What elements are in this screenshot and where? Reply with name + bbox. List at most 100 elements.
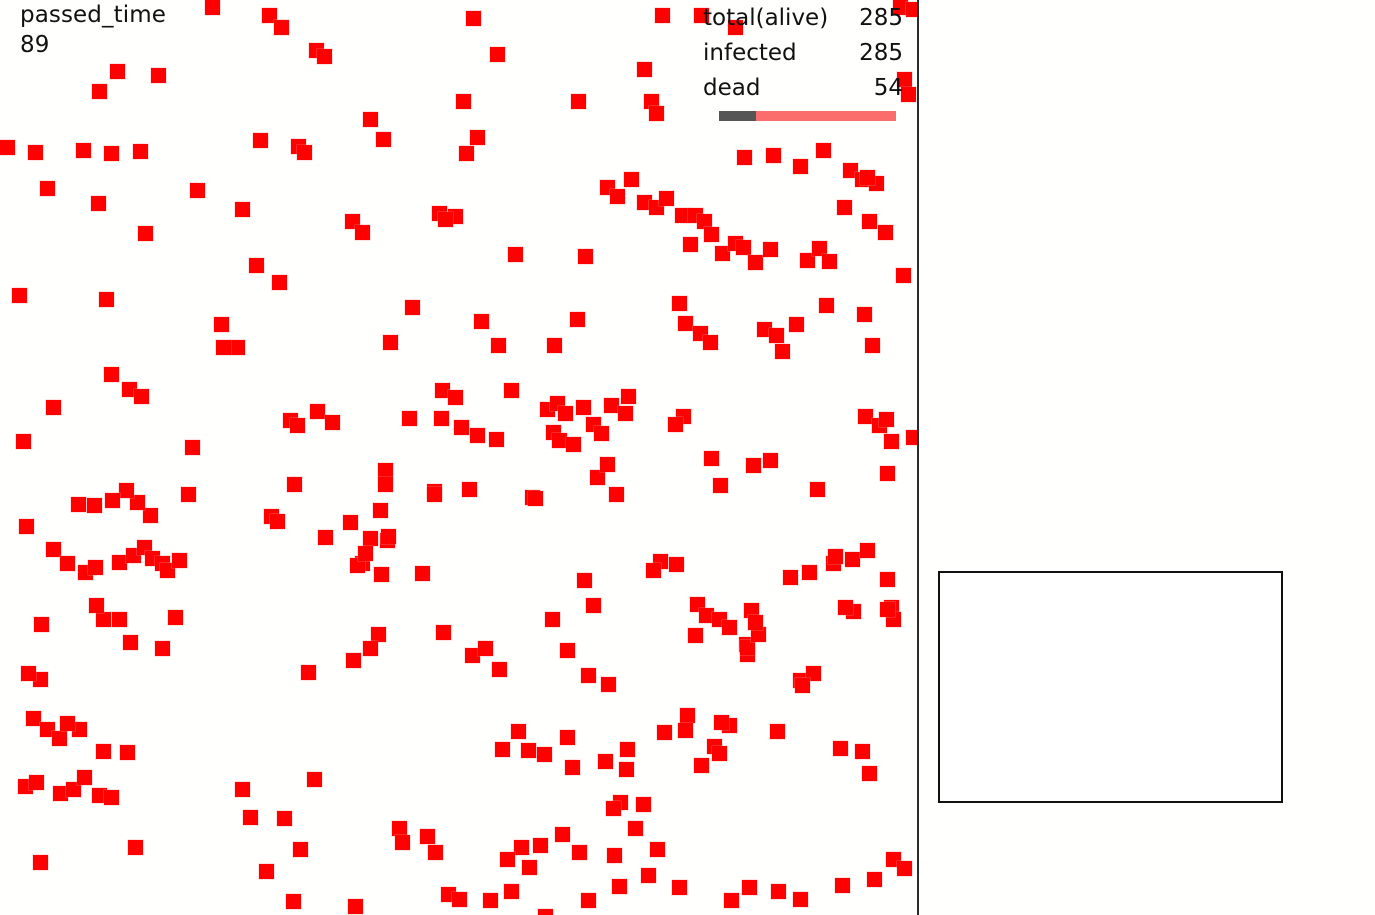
agent-dot <box>552 433 567 448</box>
agent-dot <box>454 420 469 435</box>
passed-time-label: passed_time <box>20 2 166 28</box>
agent-dot <box>29 775 44 790</box>
passed-time-value: 89 <box>20 32 50 58</box>
agent-dot <box>317 49 332 64</box>
agent-dot <box>704 227 719 242</box>
agent-dot <box>558 406 573 421</box>
agent-dot <box>533 838 548 853</box>
agent-dot <box>500 852 515 867</box>
agent-dot <box>521 743 536 758</box>
agent-dot <box>490 47 505 62</box>
agent-dot <box>381 529 396 544</box>
agent-dot <box>489 432 504 447</box>
agent-dot <box>504 884 519 899</box>
agent-dot <box>565 760 580 775</box>
agent-dot <box>816 143 831 158</box>
agent-dot <box>606 801 621 816</box>
stat-label-dead: dead <box>703 75 761 101</box>
agent-dot <box>511 724 526 739</box>
agent-dot <box>420 829 435 844</box>
simulation-app: passed_time 89 total(alive) 285 infected… <box>0 0 1375 915</box>
agent-dot <box>77 770 92 785</box>
agent-dot <box>810 482 825 497</box>
agent-dot <box>99 292 114 307</box>
agent-dot <box>287 477 302 492</box>
stat-value-infected: 285 <box>859 40 903 66</box>
agent-dot <box>28 145 43 160</box>
agent-dot <box>577 573 592 588</box>
agent-dot <box>76 143 91 158</box>
agent-dot <box>216 340 231 355</box>
agent-dot <box>60 716 75 731</box>
agent-dot <box>537 747 552 762</box>
agent-dot <box>478 641 493 656</box>
agent-dot <box>104 146 119 161</box>
agent-dot <box>724 893 739 908</box>
agent-dot <box>906 430 917 445</box>
agent-dot <box>618 406 633 421</box>
agent-dot <box>612 879 627 894</box>
agent-dot <box>470 130 485 145</box>
stat-value-total: 285 <box>859 5 903 31</box>
agent-dot <box>277 811 292 826</box>
agent-dot <box>678 723 693 738</box>
agent-dot <box>722 620 737 635</box>
agent-dot <box>374 567 389 582</box>
agent-dot <box>835 878 850 893</box>
agent-dot <box>590 470 605 485</box>
agent-dot <box>373 503 388 518</box>
agent-dot <box>862 766 877 781</box>
agent-dot <box>104 790 119 805</box>
agent-dot <box>607 848 622 863</box>
population-status-bar <box>719 111 896 121</box>
agent-dot <box>906 2 917 17</box>
agent-dot <box>560 643 575 658</box>
agent-dot <box>604 398 619 413</box>
agent-dot <box>766 148 781 163</box>
agent-dot <box>793 892 808 907</box>
agent-dot <box>594 426 609 441</box>
agent-dot <box>378 463 393 478</box>
agent-dot <box>310 404 325 419</box>
agent-dot <box>833 741 848 756</box>
agent-dot <box>466 11 481 26</box>
agent-dot <box>376 132 391 147</box>
stat-label-infected: infected <box>703 40 797 66</box>
status-bar-dead-segment <box>719 111 757 121</box>
agent-dot <box>855 744 870 759</box>
agent-dot <box>572 845 587 860</box>
agent-dot <box>736 240 751 255</box>
agent-dot <box>89 598 104 613</box>
stat-row-dead: dead 54 <box>703 71 903 106</box>
agent-dot <box>307 772 322 787</box>
agent-dot <box>71 497 86 512</box>
agent-dot <box>860 170 875 185</box>
agent-dot <box>581 893 596 908</box>
agent-dot <box>253 133 268 148</box>
agent-dot <box>683 237 698 252</box>
agent-dot <box>474 314 489 329</box>
agent-dot <box>578 249 593 264</box>
passed-time-readout: passed_time 89 <box>20 0 166 60</box>
agent-dot <box>538 909 553 915</box>
agent-dot <box>769 328 784 343</box>
agent-dot <box>205 0 220 15</box>
agent-dot <box>636 797 651 812</box>
agent-dot <box>789 317 804 332</box>
agent-dot <box>46 542 61 557</box>
agent-dot <box>190 183 205 198</box>
agent-dot <box>522 860 537 875</box>
agent-dot <box>168 610 183 625</box>
agent-dot <box>138 226 153 241</box>
agent-dot <box>795 678 810 693</box>
status-bar-infected-segment <box>756 111 896 121</box>
agent-dot <box>12 288 27 303</box>
agent-dot <box>879 412 894 427</box>
agent-dot <box>112 555 127 570</box>
agent-dot <box>343 515 358 530</box>
agent-dot <box>151 68 166 83</box>
agent-dot <box>880 602 895 617</box>
simulation-canvas[interactable]: passed_time 89 total(alive) 285 infected… <box>0 0 917 915</box>
agent-dot <box>857 307 872 322</box>
agent-dot <box>624 172 639 187</box>
